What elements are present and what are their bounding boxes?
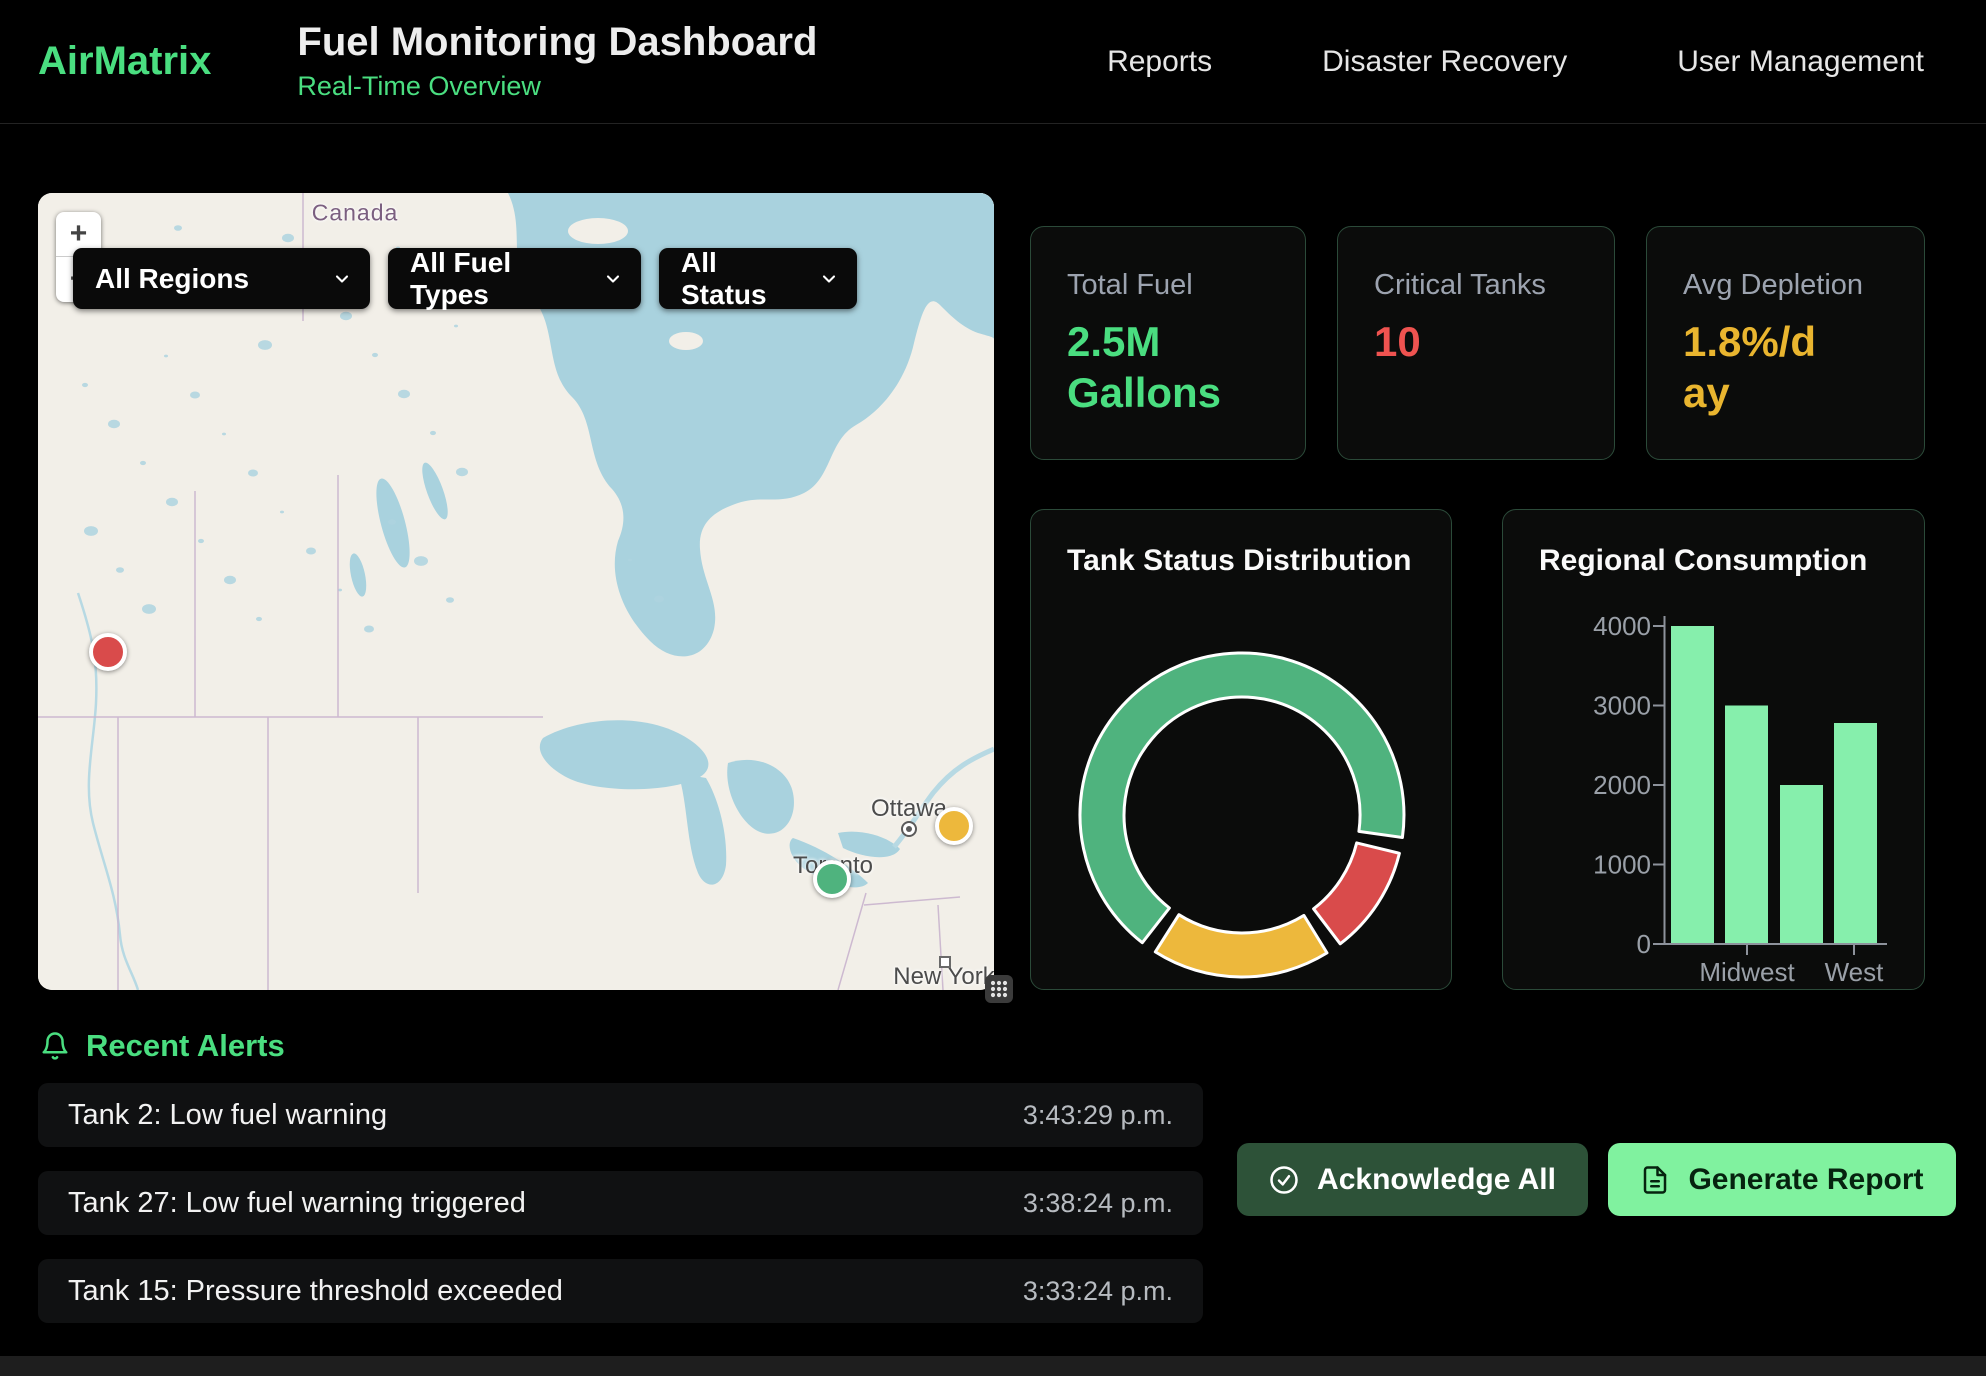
tank-status-donut-chart: [1031, 510, 1453, 991]
report-document-icon: [1640, 1165, 1670, 1195]
status-filter-label: All Status: [681, 247, 801, 311]
region-filter-dropdown[interactable]: All Regions: [73, 248, 370, 309]
svg-text:1000: 1000: [1593, 850, 1651, 880]
check-circle-icon: [1269, 1165, 1299, 1195]
alert-time: 3:43:29 p.m.: [1023, 1100, 1173, 1131]
nav-reports[interactable]: Reports: [1107, 45, 1212, 79]
alerts-title: Recent Alerts: [86, 1028, 285, 1064]
regional-consumption-card: Regional Consumption 01000200030004000Mi…: [1502, 509, 1925, 990]
title-block: Fuel Monitoring Dashboard Real-Time Over…: [297, 21, 817, 102]
map-label-canada: Canada: [312, 200, 399, 227]
chevron-down-icon: [819, 269, 839, 289]
generate-report-label: Generate Report: [1688, 1163, 1923, 1197]
stat-card-total-fuel: Total Fuel 2.5M Gallons: [1030, 226, 1306, 460]
svg-text:4000: 4000: [1593, 611, 1651, 641]
region-filter-label: All Regions: [95, 263, 314, 295]
tank-status-card: Tank Status Distribution: [1030, 509, 1452, 990]
fuel-type-filter-dropdown[interactable]: All Fuel Types: [388, 248, 641, 309]
page-title: Fuel Monitoring Dashboard: [297, 21, 817, 63]
tank-marker-normal[interactable]: [813, 860, 851, 898]
svg-text:3000: 3000: [1593, 691, 1651, 721]
stat-value: 10: [1374, 316, 1580, 367]
status-filter-dropdown[interactable]: All Status: [659, 248, 857, 309]
alert-row[interactable]: Tank 2: Low fuel warning 3:43:29 p.m.: [38, 1083, 1203, 1147]
alerts-header: Recent Alerts: [40, 1028, 285, 1064]
acknowledge-all-button[interactable]: Acknowledge All: [1237, 1143, 1588, 1216]
ottawa-city-marker-icon: [901, 821, 917, 837]
alert-text: Tank 27: Low fuel warning triggered: [68, 1187, 526, 1220]
stat-value: 2.5M Gallons: [1067, 316, 1271, 418]
stat-card-critical-tanks: Critical Tanks 10: [1337, 226, 1615, 460]
alert-time: 3:38:24 p.m.: [1023, 1188, 1173, 1219]
bell-icon: [40, 1031, 70, 1061]
nav-user-management[interactable]: User Management: [1677, 45, 1924, 79]
alert-text: Tank 2: Low fuel warning: [68, 1099, 387, 1132]
alert-row[interactable]: Tank 15: Pressure threshold exceeded 3:3…: [38, 1259, 1203, 1323]
alert-row[interactable]: Tank 27: Low fuel warning triggered 3:38…: [38, 1171, 1203, 1235]
brand-logo[interactable]: AirMatrix: [38, 39, 211, 84]
stat-card-avg-depletion: Avg Depletion 1.8%/day: [1646, 226, 1925, 460]
map-resize-handle[interactable]: [985, 975, 1013, 1008]
new-york-city-marker-icon: [939, 956, 951, 968]
page-subtitle: Real-Time Overview: [297, 71, 817, 102]
tank-marker-critical[interactable]: [89, 633, 127, 671]
alert-text: Tank 15: Pressure threshold exceeded: [68, 1275, 563, 1308]
acknowledge-all-label: Acknowledge All: [1317, 1163, 1556, 1197]
tank-marker-warning[interactable]: [935, 807, 973, 845]
svg-text:Midwest: Midwest: [1699, 957, 1795, 987]
chevron-down-icon: [603, 269, 623, 289]
main-nav: Reports Disaster Recovery User Managemen…: [1107, 45, 1924, 79]
stat-label: Critical Tanks: [1374, 269, 1580, 302]
svg-text:0: 0: [1637, 929, 1651, 959]
svg-text:2000: 2000: [1593, 770, 1651, 800]
regional-consumption-bar-chart: 0 1000 2000 3000 4000 Midwest West: [1503, 510, 1926, 991]
nav-disaster-recovery[interactable]: Disaster Recovery: [1322, 45, 1567, 79]
stat-label: Total Fuel: [1067, 269, 1271, 302]
app-header: AirMatrix Fuel Monitoring Dashboard Real…: [0, 0, 1986, 124]
stat-value: 1.8%/day: [1683, 316, 1821, 418]
map-panel[interactable]: Canada Ottawa Toronto New York + − All R…: [38, 193, 994, 990]
svg-text:West: West: [1825, 957, 1885, 987]
generate-report-button[interactable]: Generate Report: [1608, 1143, 1956, 1216]
alert-time: 3:33:24 p.m.: [1023, 1276, 1173, 1307]
stat-label: Avg Depletion: [1683, 269, 1890, 302]
chevron-down-icon: [332, 269, 352, 289]
page-bottom-bar: [0, 1356, 1986, 1376]
fuel-type-filter-label: All Fuel Types: [410, 247, 585, 311]
